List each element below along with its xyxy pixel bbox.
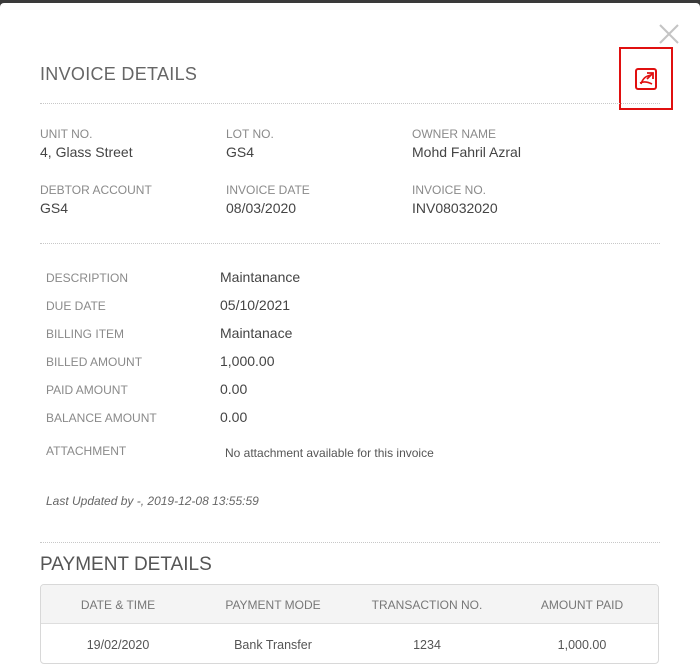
page-title: INVOICE DETAILS <box>40 64 198 84</box>
payment-table: DATE & TIME PAYMENT MODE TRANSACTION NO.… <box>40 584 659 664</box>
column-header-date-time: DATE & TIME <box>80 598 156 612</box>
unit-no-label: UNIT NO. <box>40 127 93 141</box>
close-button[interactable] <box>656 21 682 47</box>
invoice-no-value: INV08032020 <box>412 200 498 216</box>
owner-name-value: Mohd Fahril Azral <box>412 144 521 160</box>
description-value: Maintanance <box>220 269 301 285</box>
attachment-empty-note: No attachment available for this invoice <box>225 446 434 460</box>
billing-item-value: Maintanace <box>220 325 293 341</box>
balance-amount-label: BALANCE AMOUNT <box>46 411 157 425</box>
description-label: DESCRIPTION <box>46 271 129 285</box>
due-date-label: DUE DATE <box>46 299 106 313</box>
amount-paid-cell: 1,000.00 <box>557 638 607 652</box>
meta-divider <box>40 243 660 244</box>
last-updated-text: Last Updated by -, 2019-12-08 13:55:59 <box>46 494 259 508</box>
owner-name-label: OWNER NAME <box>412 127 496 141</box>
due-date-value: 05/10/2021 <box>220 297 291 313</box>
column-header-amount-paid: AMOUNT PAID <box>540 598 624 612</box>
invoice-no-label: INVOICE NO. <box>412 183 487 197</box>
table-header: DATE & TIME PAYMENT MODE TRANSACTION NO.… <box>41 585 658 624</box>
balance-amount-value: 0.00 <box>220 409 248 425</box>
title-divider <box>40 103 660 104</box>
invoice-date-label: INVOICE DATE <box>226 183 310 197</box>
close-icon <box>659 24 679 44</box>
lot-no-value: GS4 <box>226 144 255 160</box>
paid-amount-label: PAID AMOUNT <box>46 383 128 397</box>
debtor-account-label: DEBTOR ACCOUNT <box>40 183 152 197</box>
billed-amount-label: BILLED AMOUNT <box>46 355 143 369</box>
payment-details-title: PAYMENT DETAILS <box>40 554 212 575</box>
pdf-export-icon <box>635 67 657 90</box>
debtor-account-value: GS4 <box>40 200 69 216</box>
transaction-no-link[interactable]: 1234 <box>350 638 504 652</box>
payment-divider <box>40 542 660 543</box>
payment-mode-cell: Bank Transfer <box>234 638 312 652</box>
export-pdf-button[interactable] <box>619 47 673 110</box>
lot-no-label: LOT NO. <box>226 127 274 141</box>
paid-amount-value: 0.00 <box>220 381 248 397</box>
table-row: 19/02/2020 Bank Transfer 1234 1,000.00 <box>41 624 658 663</box>
billed-amount-value: 1,000.00 <box>220 353 275 369</box>
billing-item-label: BILLING ITEM <box>46 327 125 341</box>
attachment-label: ATTACHMENT <box>46 444 127 458</box>
unit-no-value: 4, Glass Street <box>40 144 133 160</box>
payment-date-cell: 19/02/2020 <box>86 638 150 652</box>
invoice-date-value: 08/03/2020 <box>226 200 297 216</box>
column-header-transaction-no: TRANSACTION NO. <box>371 598 483 612</box>
column-header-payment-mode: PAYMENT MODE <box>225 598 321 612</box>
invoice-details-modal: INVOICE DETAILS UNIT NO. 4, Glass Street… <box>0 3 700 671</box>
